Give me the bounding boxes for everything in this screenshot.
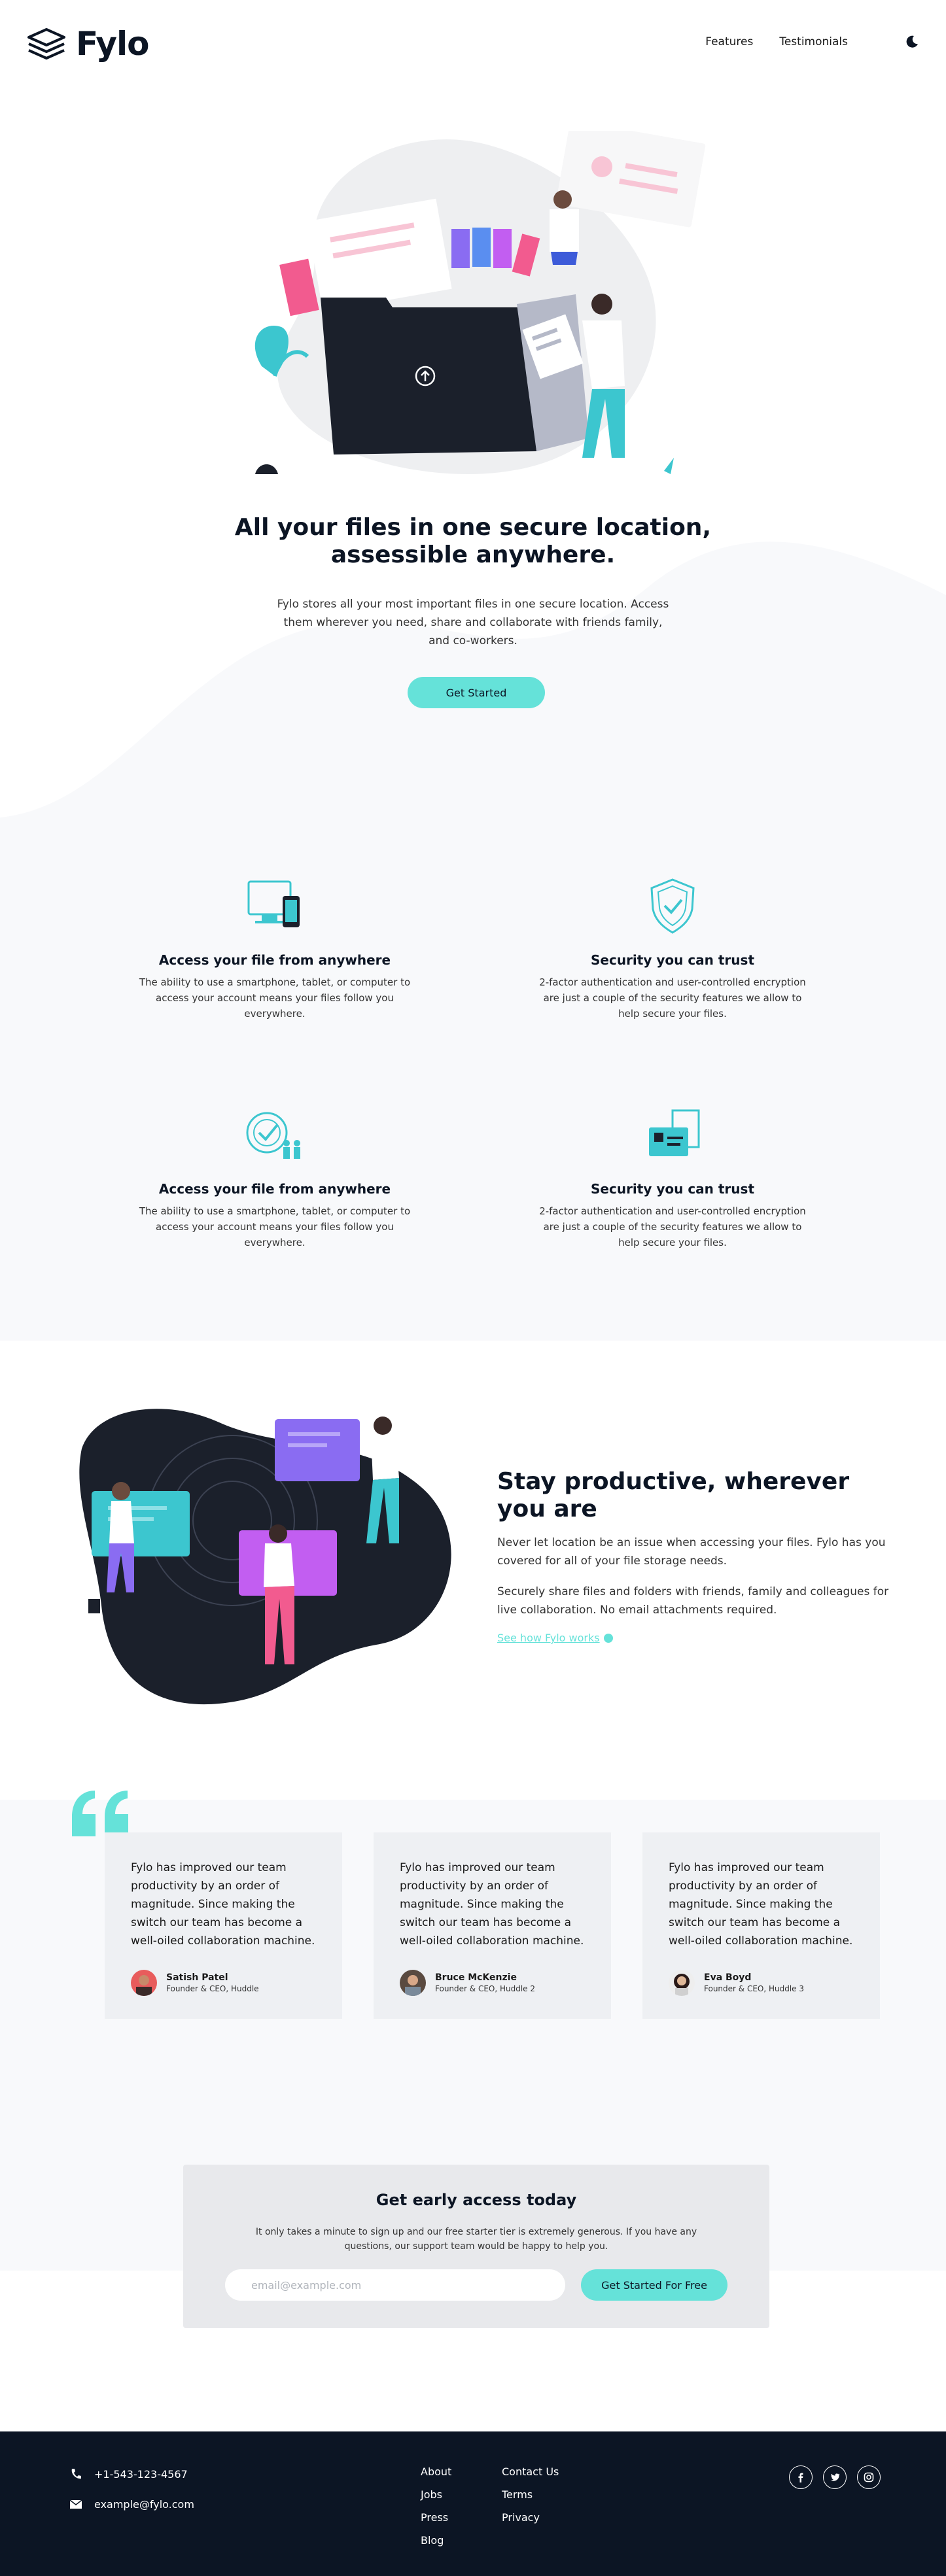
footer-link-privacy[interactable]: Privacy: [502, 2511, 559, 2524]
testimonial-quote: Fylo has improved our team productivity …: [400, 1861, 584, 1948]
email-row: example@fylo.com: [69, 2498, 194, 2511]
author-role: Founder & CEO, Huddle 3: [704, 1984, 805, 1993]
instagram-icon: [864, 2472, 874, 2482]
quote-icon: [72, 1791, 128, 1836]
facebook-link[interactable]: [789, 2465, 813, 2489]
feature-title: Access your file from anywhere: [158, 1181, 391, 1197]
instagram-link[interactable]: [857, 2465, 881, 2489]
feature-text: 2-factor authentication and user-control…: [539, 976, 806, 1020]
footer-link-about[interactable]: About: [421, 2465, 451, 2478]
contact-info: +1-543-123-4567 example@fylo.com: [69, 2467, 194, 2528]
features-section: Access your file from anywhere The abili…: [0, 817, 946, 1341]
productive-paragraph-2: Securely share files and folders with fr…: [497, 1585, 889, 1617]
testimonial-card: Fylo has improved our team productivity …: [374, 1832, 611, 2019]
footer-link-press[interactable]: Press: [421, 2511, 451, 2524]
footer-link-contact-us[interactable]: Contact Us: [502, 2465, 559, 2478]
hero-section: All your files in one secure location, a…: [0, 0, 946, 817]
facebook-icon: [798, 2473, 803, 2482]
twitter-icon: [830, 2473, 840, 2481]
feature-card: Security you can trust 2-factor authenti…: [535, 1105, 810, 1250]
footer-links-column-2: Contact Us Terms Privacy: [502, 2465, 559, 2534]
author-name: Bruce McKenzie: [435, 1972, 517, 1983]
get-started-free-button[interactable]: Get Started For Free: [581, 2269, 727, 2301]
phone-icon: [71, 2469, 81, 2479]
any-file-icon: [649, 1109, 700, 1156]
feature-title: Access your file from anywhere: [158, 952, 391, 968]
email-address[interactable]: example@fylo.com: [94, 2498, 194, 2511]
hero-title: All your files in one secure location, a…: [234, 514, 712, 568]
footer-link-jobs[interactable]: Jobs: [421, 2488, 451, 2501]
access-anywhere-icon: [247, 880, 300, 927]
arrow-icon: [603, 1633, 613, 1643]
feature-text: The ability to use a smartphone, tablet,…: [139, 976, 411, 1020]
feature-title: Security you can trust: [591, 1181, 754, 1197]
productive-section: Stay productive, wherever you are Never …: [0, 1341, 946, 1798]
link-label: See how Fylo works: [497, 1632, 600, 1644]
feature-card: Access your file from anywhere The abili…: [137, 1105, 412, 1250]
feature-text: The ability to use a smartphone, tablet,…: [139, 1205, 411, 1248]
phone-number[interactable]: +1-543-123-4567: [94, 2468, 188, 2481]
email-input[interactable]: [225, 2269, 565, 2301]
twitter-link[interactable]: [823, 2465, 847, 2489]
author-name: Eva Boyd: [704, 1972, 752, 1983]
feature-card: Security you can trust 2-factor authenti…: [535, 876, 810, 1022]
phone-row: +1-543-123-4567: [69, 2467, 194, 2481]
feature-text: 2-factor authentication and user-control…: [539, 1205, 806, 1248]
testimonial-author: Bruce McKenzie Founder & CEO, Huddle 2: [400, 1970, 535, 1996]
see-how-fylo-works-link[interactable]: See how Fylo works: [497, 1632, 613, 1644]
testimonial-card: Fylo has improved our team productivity …: [642, 1832, 880, 2019]
testimonial-author: Satish Patel Founder & CEO, Huddle: [131, 1970, 259, 1996]
security-shield-icon: [650, 878, 695, 934]
hero-description: Fylo stores all your most important file…: [277, 598, 669, 647]
avatar: [400, 1970, 426, 1996]
footer-link-terms[interactable]: Terms: [502, 2488, 559, 2501]
productive-title: Stay productive, wherever you are: [497, 1468, 850, 1522]
avatar: [131, 1970, 157, 1996]
productive-illustration: [79, 1409, 451, 1705]
social-links: [789, 2465, 881, 2489]
author-name: Satish Patel: [166, 1972, 228, 1983]
footer-links-column-1: About Jobs Press Blog: [421, 2465, 451, 2557]
email-icon: [69, 2499, 82, 2509]
collaboration-icon: [246, 1112, 300, 1159]
feature-title: Security you can trust: [591, 952, 754, 968]
author-role: Founder & CEO, Huddle: [166, 1984, 259, 1993]
avatar: [669, 1970, 695, 1996]
early-access-title: Get early access today: [376, 2191, 577, 2209]
site-footer: +1-543-123-4567 example@fylo.com About J…: [0, 2431, 946, 2576]
testimonial-card: Fylo has improved our team productivity …: [105, 1832, 342, 2019]
productive-paragraph-1: Never let location be an issue when acce…: [497, 1536, 886, 1568]
feature-card: Access your file from anywhere The abili…: [137, 876, 412, 1022]
testimonial-quote: Fylo has improved our team productivity …: [131, 1861, 315, 1948]
footer-link-blog[interactable]: Blog: [421, 2534, 451, 2547]
early-access-text: It only takes a minute to sign up and ou…: [255, 2227, 697, 2252]
testimonial-quote: Fylo has improved our team productivity …: [669, 1861, 853, 1948]
get-started-button[interactable]: Get Started: [408, 677, 545, 708]
hero-illustration: [254, 131, 706, 474]
early-access-card: Get early access today It only takes a m…: [183, 2165, 769, 2328]
author-role: Founder & CEO, Huddle 2: [435, 1984, 536, 1993]
testimonial-author: Eva Boyd Founder & CEO, Huddle 3: [669, 1970, 804, 1996]
